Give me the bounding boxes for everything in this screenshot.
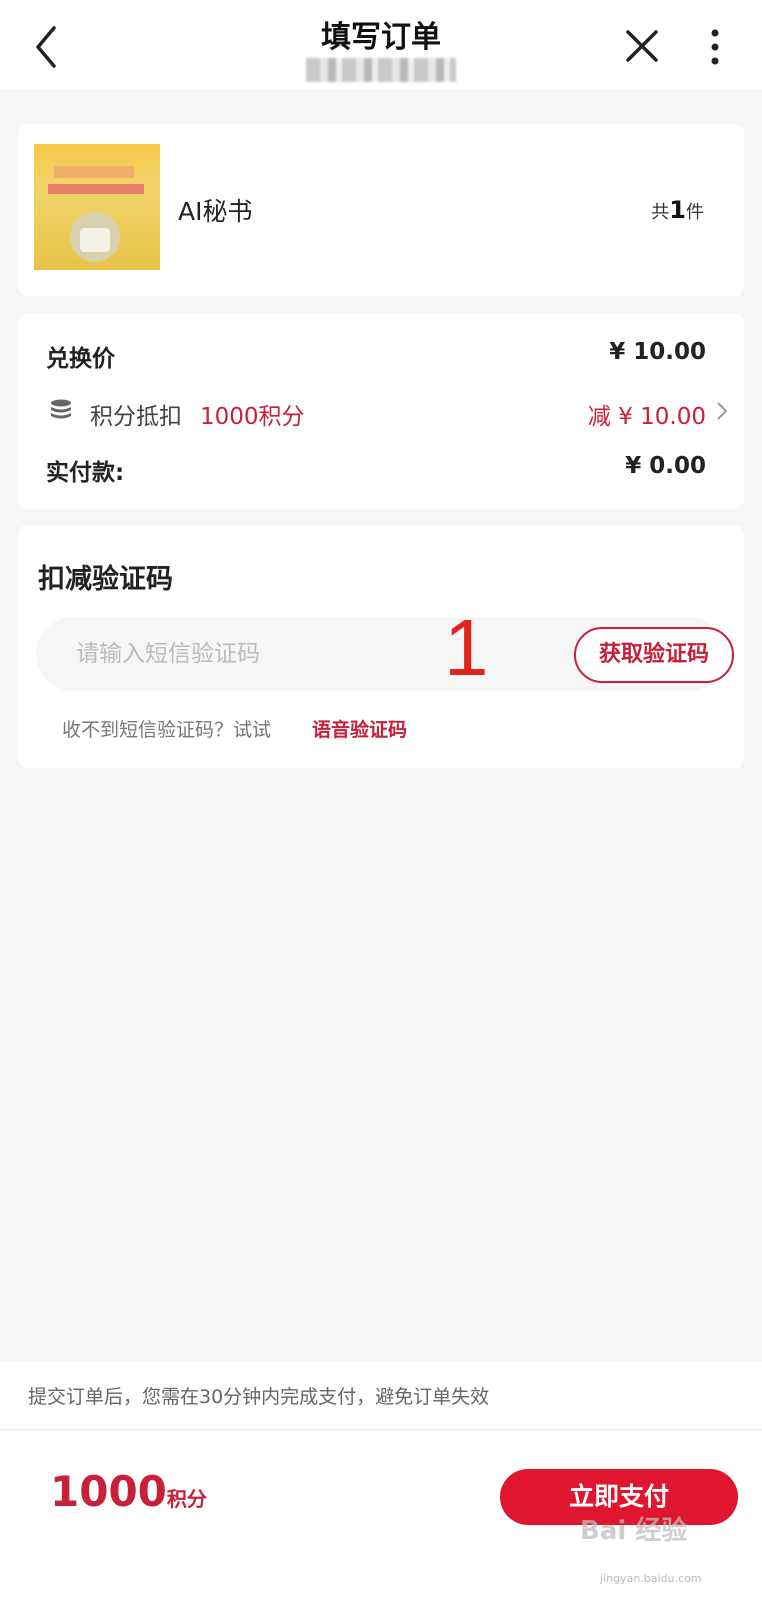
product-name: AI秘书 bbox=[178, 197, 253, 226]
blurred-subtitle bbox=[306, 58, 456, 82]
qty-count: 1 bbox=[669, 196, 686, 224]
sms-code-input[interactable] bbox=[76, 635, 476, 673]
product-quantity: 共1件 bbox=[651, 196, 704, 224]
qty-suffix: 件 bbox=[686, 202, 704, 223]
pricing-card: 兑换价 ¥ 10.00 积分抵扣 1000积分 减 ¥ 10.00 实付款: ¥… bbox=[18, 313, 744, 509]
actual-payment-value: ¥ 0.00 bbox=[625, 453, 706, 479]
more-vertical-icon bbox=[711, 29, 719, 65]
points-amount: 1000积分 bbox=[200, 404, 305, 430]
sms-code-field: 获取验证码 bbox=[36, 617, 734, 691]
get-code-button[interactable]: 获取验证码 bbox=[574, 627, 734, 683]
total-points: 1000积分 bbox=[50, 1467, 207, 1516]
total-points-unit: 积分 bbox=[166, 1487, 207, 1511]
close-button[interactable] bbox=[620, 24, 664, 68]
voice-code-link[interactable]: 语音验证码 bbox=[312, 715, 407, 742]
qty-prefix: 共 bbox=[651, 202, 670, 223]
top-navigation-bar: 填写订单 bbox=[0, 0, 762, 90]
close-icon bbox=[626, 30, 658, 62]
exchange-price-label: 兑换价 bbox=[46, 346, 115, 372]
product-card: AI秘书 共1件 bbox=[18, 124, 744, 296]
baidu-jingyan-watermark: Bai 经验 bbox=[580, 1516, 688, 1546]
exchange-price-value: ¥ 10.00 bbox=[609, 339, 706, 365]
watermark-url: jingyan.baidu.com bbox=[600, 1572, 702, 1585]
voice-code-hint: 收不到短信验证码？试试 bbox=[62, 719, 272, 741]
points-deduct-value: 减 ¥ 10.00 bbox=[587, 404, 706, 430]
verification-title: 扣减验证码 bbox=[38, 564, 173, 595]
payment-notice-text: 提交订单后，您需在30分钟内完成支付，避免订单失效 bbox=[28, 1386, 490, 1408]
total-points-value: 1000 bbox=[50, 1467, 167, 1516]
coin-stack-icon bbox=[51, 399, 71, 419]
actual-payment-label: 实付款: bbox=[46, 460, 125, 486]
verification-card: 扣减验证码 获取验证码 收不到短信验证码？试试 语音验证码 bbox=[18, 525, 744, 768]
chevron-right-icon bbox=[717, 402, 728, 420]
more-options-button[interactable] bbox=[700, 26, 730, 70]
points-deduction-label: 积分抵扣 bbox=[90, 404, 182, 430]
payment-notice-bar: 提交订单后，您需在30分钟内完成支付，避免订单失效 bbox=[0, 1362, 762, 1428]
step-annotation-1: 1 bbox=[444, 603, 489, 692]
product-thumbnail bbox=[34, 144, 160, 270]
